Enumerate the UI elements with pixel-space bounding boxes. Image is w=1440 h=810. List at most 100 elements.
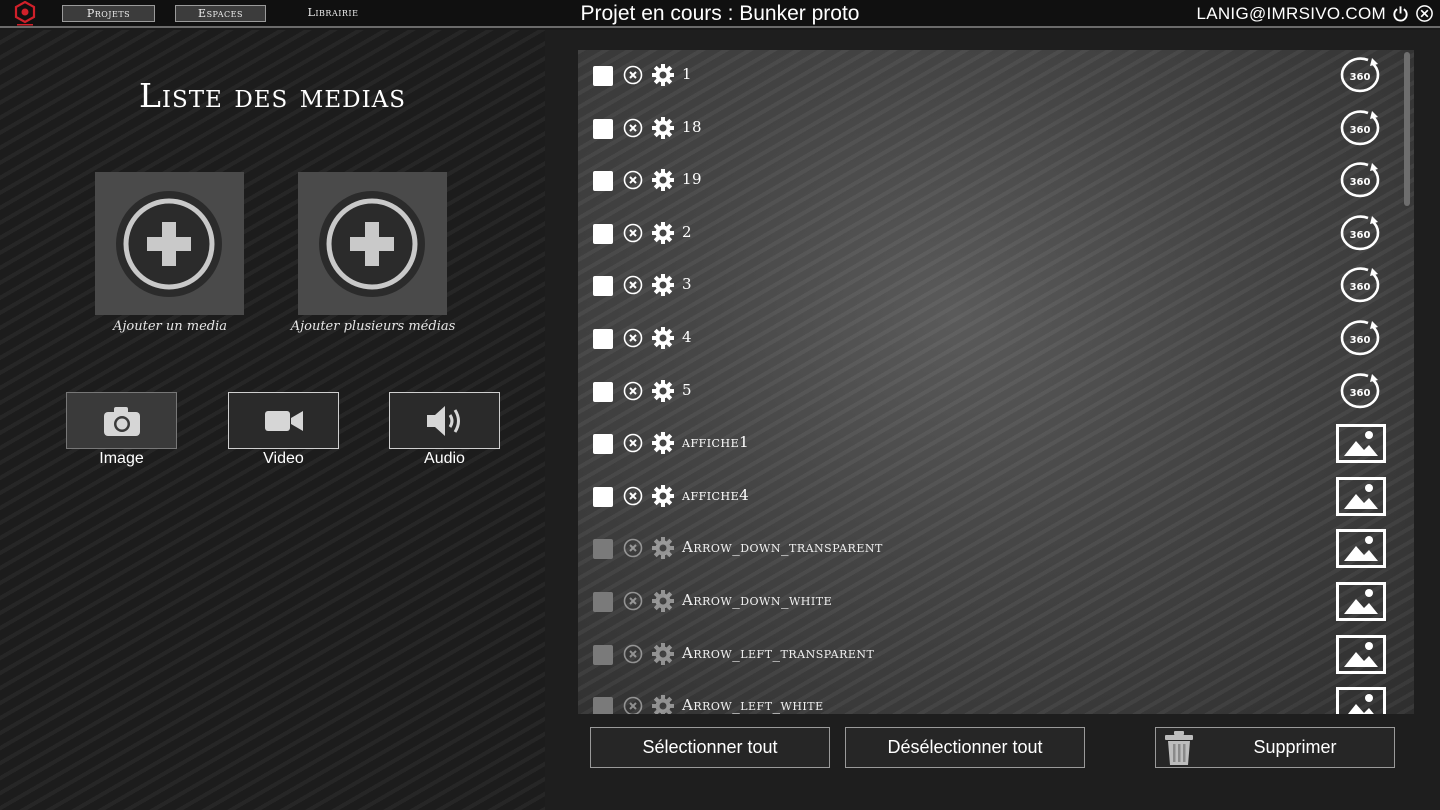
remove-icon[interactable] <box>623 65 643 85</box>
type-image-label: Image <box>99 450 144 467</box>
remove-icon[interactable] <box>623 433 643 453</box>
media-list-scrollbar[interactable] <box>1400 50 1414 714</box>
remove-icon[interactable] <box>623 591 643 611</box>
media-row[interactable]: 3 360 <box>578 260 1398 312</box>
panorama-360-icon: 360 <box>1340 57 1380 93</box>
media-checkbox[interactable] <box>593 171 613 192</box>
remove-icon[interactable] <box>623 170 643 190</box>
media-row[interactable]: Arrow_down_white <box>578 576 1398 628</box>
media-checkbox[interactable] <box>593 381 613 402</box>
gear-icon[interactable] <box>651 484 675 508</box>
remove-icon[interactable] <box>623 223 643 243</box>
media-name: 3 <box>682 275 693 294</box>
page-title: Liste des medias <box>138 76 407 115</box>
media-name: Arrow_left_transparent <box>682 643 875 662</box>
media-checkbox[interactable] <box>593 118 613 139</box>
media-checkbox[interactable] <box>593 434 613 455</box>
panorama-360-icon: 360 <box>1340 267 1380 303</box>
media-checkbox[interactable] <box>593 276 613 297</box>
delete-button-label: Supprimer <box>1253 737 1337 757</box>
remove-icon[interactable] <box>623 486 643 506</box>
media-row[interactable]: Arrow_left_white <box>578 681 1398 714</box>
remove-icon[interactable] <box>623 381 643 401</box>
media-row[interactable]: 1 360 <box>578 50 1398 102</box>
svg-text:360: 360 <box>1350 388 1371 399</box>
media-checkbox[interactable] <box>593 329 613 349</box>
gear-icon[interactable] <box>651 431 675 455</box>
gear-icon[interactable] <box>651 379 675 403</box>
project-title: Projet en cours : Bunker proto <box>580 2 860 25</box>
media-row[interactable]: 5 360 <box>578 366 1398 418</box>
media-checkbox[interactable] <box>593 697 613 714</box>
media-row[interactable]: Arrow_down_transparent <box>578 523 1398 575</box>
media-list[interactable]: 1 360 18 360 19 360 2 360 3 360 4 360 5 360 affiche1 af… <box>578 50 1414 714</box>
top-bar: Projets Espaces Librairie Projet en cour… <box>0 0 1440 28</box>
remove-icon[interactable] <box>623 644 643 664</box>
imrsivo-logo-icon[interactable] <box>13 1 37 27</box>
select-all-button[interactable]: Sélectionner tout <box>590 727 830 768</box>
media-row[interactable]: affiche1 <box>578 418 1398 470</box>
media-row[interactable]: Arrow_left_transparent <box>578 629 1398 681</box>
gear-icon[interactable] <box>651 168 675 192</box>
power-icon[interactable] <box>1391 4 1410 23</box>
media-name: Arrow_down_white <box>682 591 833 609</box>
type-audio-button[interactable] <box>389 392 500 449</box>
nav-projets-button[interactable]: Projets <box>62 5 155 22</box>
nav-espaces-button[interactable]: Espaces <box>175 5 266 22</box>
image-icon <box>1336 687 1386 714</box>
gear-icon[interactable] <box>651 326 675 350</box>
gear-icon[interactable] <box>651 63 675 87</box>
media-name: affiche4 <box>682 485 750 504</box>
add-multiple-media-button[interactable] <box>298 172 447 315</box>
media-name: Arrow_down_transparent <box>682 538 883 557</box>
media-name: 18 <box>682 117 703 136</box>
gear-icon[interactable] <box>651 589 675 613</box>
gear-icon[interactable] <box>651 642 675 666</box>
add-circle-icon <box>319 191 425 297</box>
media-checkbox[interactable] <box>593 592 613 612</box>
type-video-button[interactable] <box>228 392 339 449</box>
image-icon <box>1336 476 1386 516</box>
media-name: affiche1 <box>682 433 750 452</box>
deselect-all-button[interactable]: Désélectionner tout <box>845 727 1085 768</box>
svg-text:360: 360 <box>1350 282 1371 293</box>
add-media-button[interactable] <box>95 172 244 315</box>
left-panel: Liste des medias Ajouter un media Ajoute… <box>0 30 545 810</box>
gear-icon[interactable] <box>651 116 675 140</box>
media-checkbox[interactable] <box>593 486 613 507</box>
remove-icon[interactable] <box>623 275 643 295</box>
media-name: 2 <box>682 222 693 241</box>
scrollbar-thumb[interactable] <box>1404 52 1410 206</box>
media-checkbox[interactable] <box>593 66 613 86</box>
gear-icon[interactable] <box>651 221 675 245</box>
media-name: 4 <box>682 328 693 346</box>
gear-icon[interactable] <box>651 273 675 297</box>
remove-icon[interactable] <box>623 696 643 714</box>
panorama-360-icon: 360 <box>1340 320 1380 356</box>
media-checkbox[interactable] <box>593 539 613 560</box>
close-icon[interactable] <box>1415 4 1434 23</box>
svg-text:360: 360 <box>1350 72 1371 83</box>
type-video-label: Video <box>263 450 304 467</box>
media-row[interactable]: 19 360 <box>578 155 1398 207</box>
nav-librairie-button[interactable]: Librairie <box>290 5 376 22</box>
media-checkbox[interactable] <box>593 223 613 244</box>
media-row[interactable]: 18 360 <box>578 103 1398 155</box>
add-circle-icon <box>116 191 222 297</box>
remove-icon[interactable] <box>623 118 643 138</box>
gear-icon[interactable] <box>651 536 675 560</box>
gear-icon[interactable] <box>651 694 675 714</box>
media-row[interactable]: affiche4 <box>578 471 1398 523</box>
add-media-label: Ajouter un media <box>112 319 227 334</box>
image-icon <box>1336 424 1386 464</box>
type-image-button[interactable] <box>66 392 177 449</box>
media-row[interactable]: 4 360 <box>578 313 1398 365</box>
delete-button[interactable]: Supprimer <box>1155 727 1395 768</box>
remove-icon[interactable] <box>623 538 643 558</box>
image-icon <box>1336 582 1386 621</box>
media-checkbox[interactable] <box>593 644 613 665</box>
video-camera-icon <box>264 410 303 431</box>
media-row[interactable]: 2 360 <box>578 208 1398 260</box>
remove-icon[interactable] <box>623 328 643 348</box>
svg-text:360: 360 <box>1350 177 1371 188</box>
